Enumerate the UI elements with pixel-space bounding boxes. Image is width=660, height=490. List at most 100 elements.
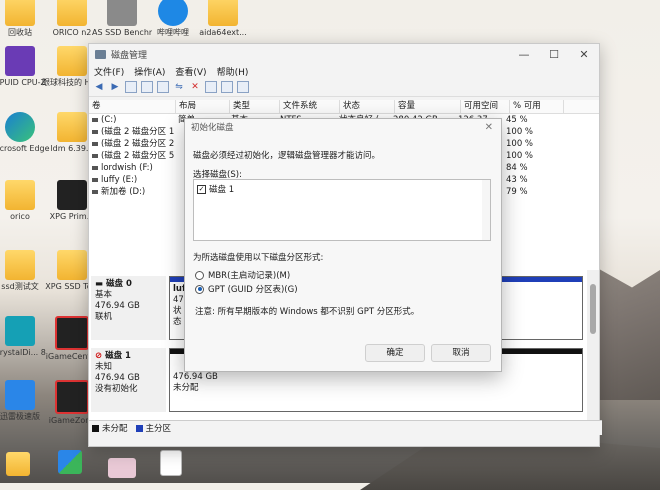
disk-management-icon — [95, 49, 106, 59]
search-icon[interactable] — [221, 81, 233, 93]
legend-item: 主分区 — [135, 422, 171, 434]
disk-list-item[interactable]: ✓ 磁盘 1 — [197, 183, 490, 195]
volume-cell: (磁盘 2 磁盘分区 5) — [89, 150, 175, 162]
volume-cell: luffy (E:) — [89, 174, 175, 186]
initialize-disk-dialog: 初始化磁盘 ✕ 磁盘必须经过初始化，逻辑磁盘管理器才能访问。 选择磁盘(S): … — [184, 118, 502, 372]
list-scrollbar[interactable] — [482, 180, 490, 240]
gpt-label: GPT (GUID 分区表)(G) — [208, 285, 298, 295]
disk-size: 476.94 GB — [95, 301, 140, 311]
as-ssd-icon — [107, 0, 137, 26]
volume-cell: (C:) — [89, 114, 175, 126]
volume-icon — [92, 141, 98, 146]
volume-cell: lordwish (F:) — [89, 162, 175, 174]
menu-file[interactable]: 文件(F) — [94, 65, 124, 78]
volume-icon — [92, 189, 98, 194]
radio-button[interactable] — [195, 270, 204, 280]
view-icon[interactable] — [237, 81, 249, 93]
column-header[interactable]: 文件系统 — [280, 100, 340, 113]
volume-cell: 100 % — [506, 139, 534, 149]
help-icon[interactable] — [141, 81, 153, 93]
column-header[interactable]: 布局 — [176, 100, 230, 113]
disk-0-info[interactable]: ▬ 磁盘 0 基本 476.94 GB 联机 — [91, 276, 166, 340]
folder-icon — [57, 112, 87, 142]
menu-view[interactable]: 查看(V) — [175, 65, 206, 78]
volume-cell: 43 % — [506, 175, 528, 185]
disk-status: 联机 — [95, 312, 113, 322]
disk-name: 磁盘 1 — [105, 351, 131, 361]
menu-action[interactable]: 操作(A) — [134, 65, 165, 78]
partition-state: 状态 — [173, 306, 182, 327]
checkbox[interactable]: ✓ — [197, 184, 206, 194]
volume-list-header: 卷 布局 类型 文件系统 状态 容量 可用空间 % 可用 — [89, 100, 599, 114]
column-header[interactable]: 状态 — [340, 100, 395, 113]
disk-1-info[interactable]: ⊘ 磁盘 1 未知 476.94 GB 没有初始化 — [91, 348, 166, 412]
bilibili-icon — [158, 0, 188, 26]
partition-state: 未分配 — [173, 383, 199, 393]
volume-icon — [92, 177, 98, 182]
cancel-button[interactable]: 取消 — [431, 344, 491, 362]
column-header[interactable]: 类型 — [230, 100, 280, 113]
volume-cell: 84 % — [506, 163, 528, 173]
volume-icon — [92, 117, 98, 122]
maximize-button[interactable]: ☐ — [539, 48, 569, 61]
disk-select-list[interactable]: ✓ 磁盘 1 — [193, 179, 491, 241]
column-header[interactable]: % 可用 — [510, 100, 564, 113]
legend-item: 未分配 — [92, 422, 128, 434]
image-icon[interactable] — [108, 458, 136, 478]
xunlei-icon — [5, 380, 35, 410]
volume-cell: 79 % — [506, 187, 528, 197]
back-icon[interactable]: ◀ — [93, 81, 105, 93]
disk-name: 磁盘 0 — [106, 279, 132, 289]
document-icon[interactable] — [160, 450, 182, 476]
ok-button[interactable]: 确定 — [365, 344, 425, 362]
disk-item-label: 磁盘 1 — [209, 185, 235, 195]
desktop-icon-aida64[interactable]: aida64ext... — [193, 0, 253, 38]
disk-status: 没有初始化 — [95, 384, 138, 394]
crystaldisk-icon — [5, 316, 35, 346]
igame-icon — [55, 316, 89, 350]
column-header[interactable]: 可用空间 — [461, 100, 510, 113]
mbr-option[interactable]: MBR(主启动记录)(M) — [195, 269, 290, 281]
forward-icon[interactable]: ▶ — [109, 81, 121, 93]
connect-icon[interactable]: ⇋ — [173, 81, 185, 93]
folder-icon — [5, 180, 35, 210]
menu-bar: 文件(F) 操作(A) 查看(V) 帮助(H) — [89, 64, 599, 78]
column-header[interactable]: 容量 — [395, 100, 461, 113]
volume-icon — [92, 165, 98, 170]
mbr-label: MBR(主启动记录)(M) — [208, 271, 291, 281]
disk-type: 基本 — [95, 290, 113, 300]
dialog-message: 磁盘必须经过初始化，逻辑磁盘管理器才能访问。 — [193, 151, 381, 161]
disk-0-partition[interactable]: luf 476 状态 — [169, 276, 189, 340]
window-title: 磁盘管理 — [111, 50, 148, 61]
gpt-option[interactable]: GPT (GUID 分区表)(G) — [195, 283, 298, 295]
console-tree-icon[interactable] — [125, 81, 137, 93]
close-icon[interactable]: ✕ — [485, 119, 493, 137]
disk-type: 未知 — [95, 362, 113, 372]
volume-cell: (磁盘 2 磁盘分区 2) — [89, 138, 175, 150]
minimize-button[interactable]: — — [509, 48, 539, 61]
menu-help[interactable]: 帮助(H) — [217, 65, 249, 78]
delete-icon[interactable]: ✕ — [189, 81, 201, 93]
volume-cell: (磁盘 2 磁盘分区 1) — [89, 126, 175, 138]
igame-icon — [55, 380, 89, 414]
partition-size: 476.94 GB — [173, 372, 218, 382]
app-icon[interactable] — [58, 450, 82, 474]
folder-icon — [5, 0, 35, 26]
volume-icon — [92, 129, 98, 134]
volume-icon — [92, 153, 98, 158]
title-bar: 磁盘管理 — ☐ ✕ — [89, 44, 599, 64]
disk-view-scrollbar[interactable] — [587, 270, 599, 420]
list-icon[interactable] — [157, 81, 169, 93]
folder-icon[interactable] — [6, 452, 30, 476]
properties-icon[interactable] — [205, 81, 217, 93]
disk-icon: ▬ — [95, 279, 106, 289]
close-button[interactable]: ✕ — [569, 48, 599, 61]
dialog-title-bar: 初始化磁盘 ✕ — [185, 119, 501, 137]
toolbar: ◀ ▶ ⇋ ✕ — [89, 78, 599, 97]
gpt-note: 注意: 所有早期版本的 Windows 都不识别 GPT 分区形式。 — [195, 307, 420, 317]
warning-icon: ⊘ — [95, 351, 106, 361]
volume-cell: 新加卷 (D:) — [89, 186, 175, 198]
folder-icon — [57, 250, 87, 280]
column-header[interactable]: 卷 — [89, 100, 176, 113]
radio-button[interactable] — [195, 284, 204, 294]
